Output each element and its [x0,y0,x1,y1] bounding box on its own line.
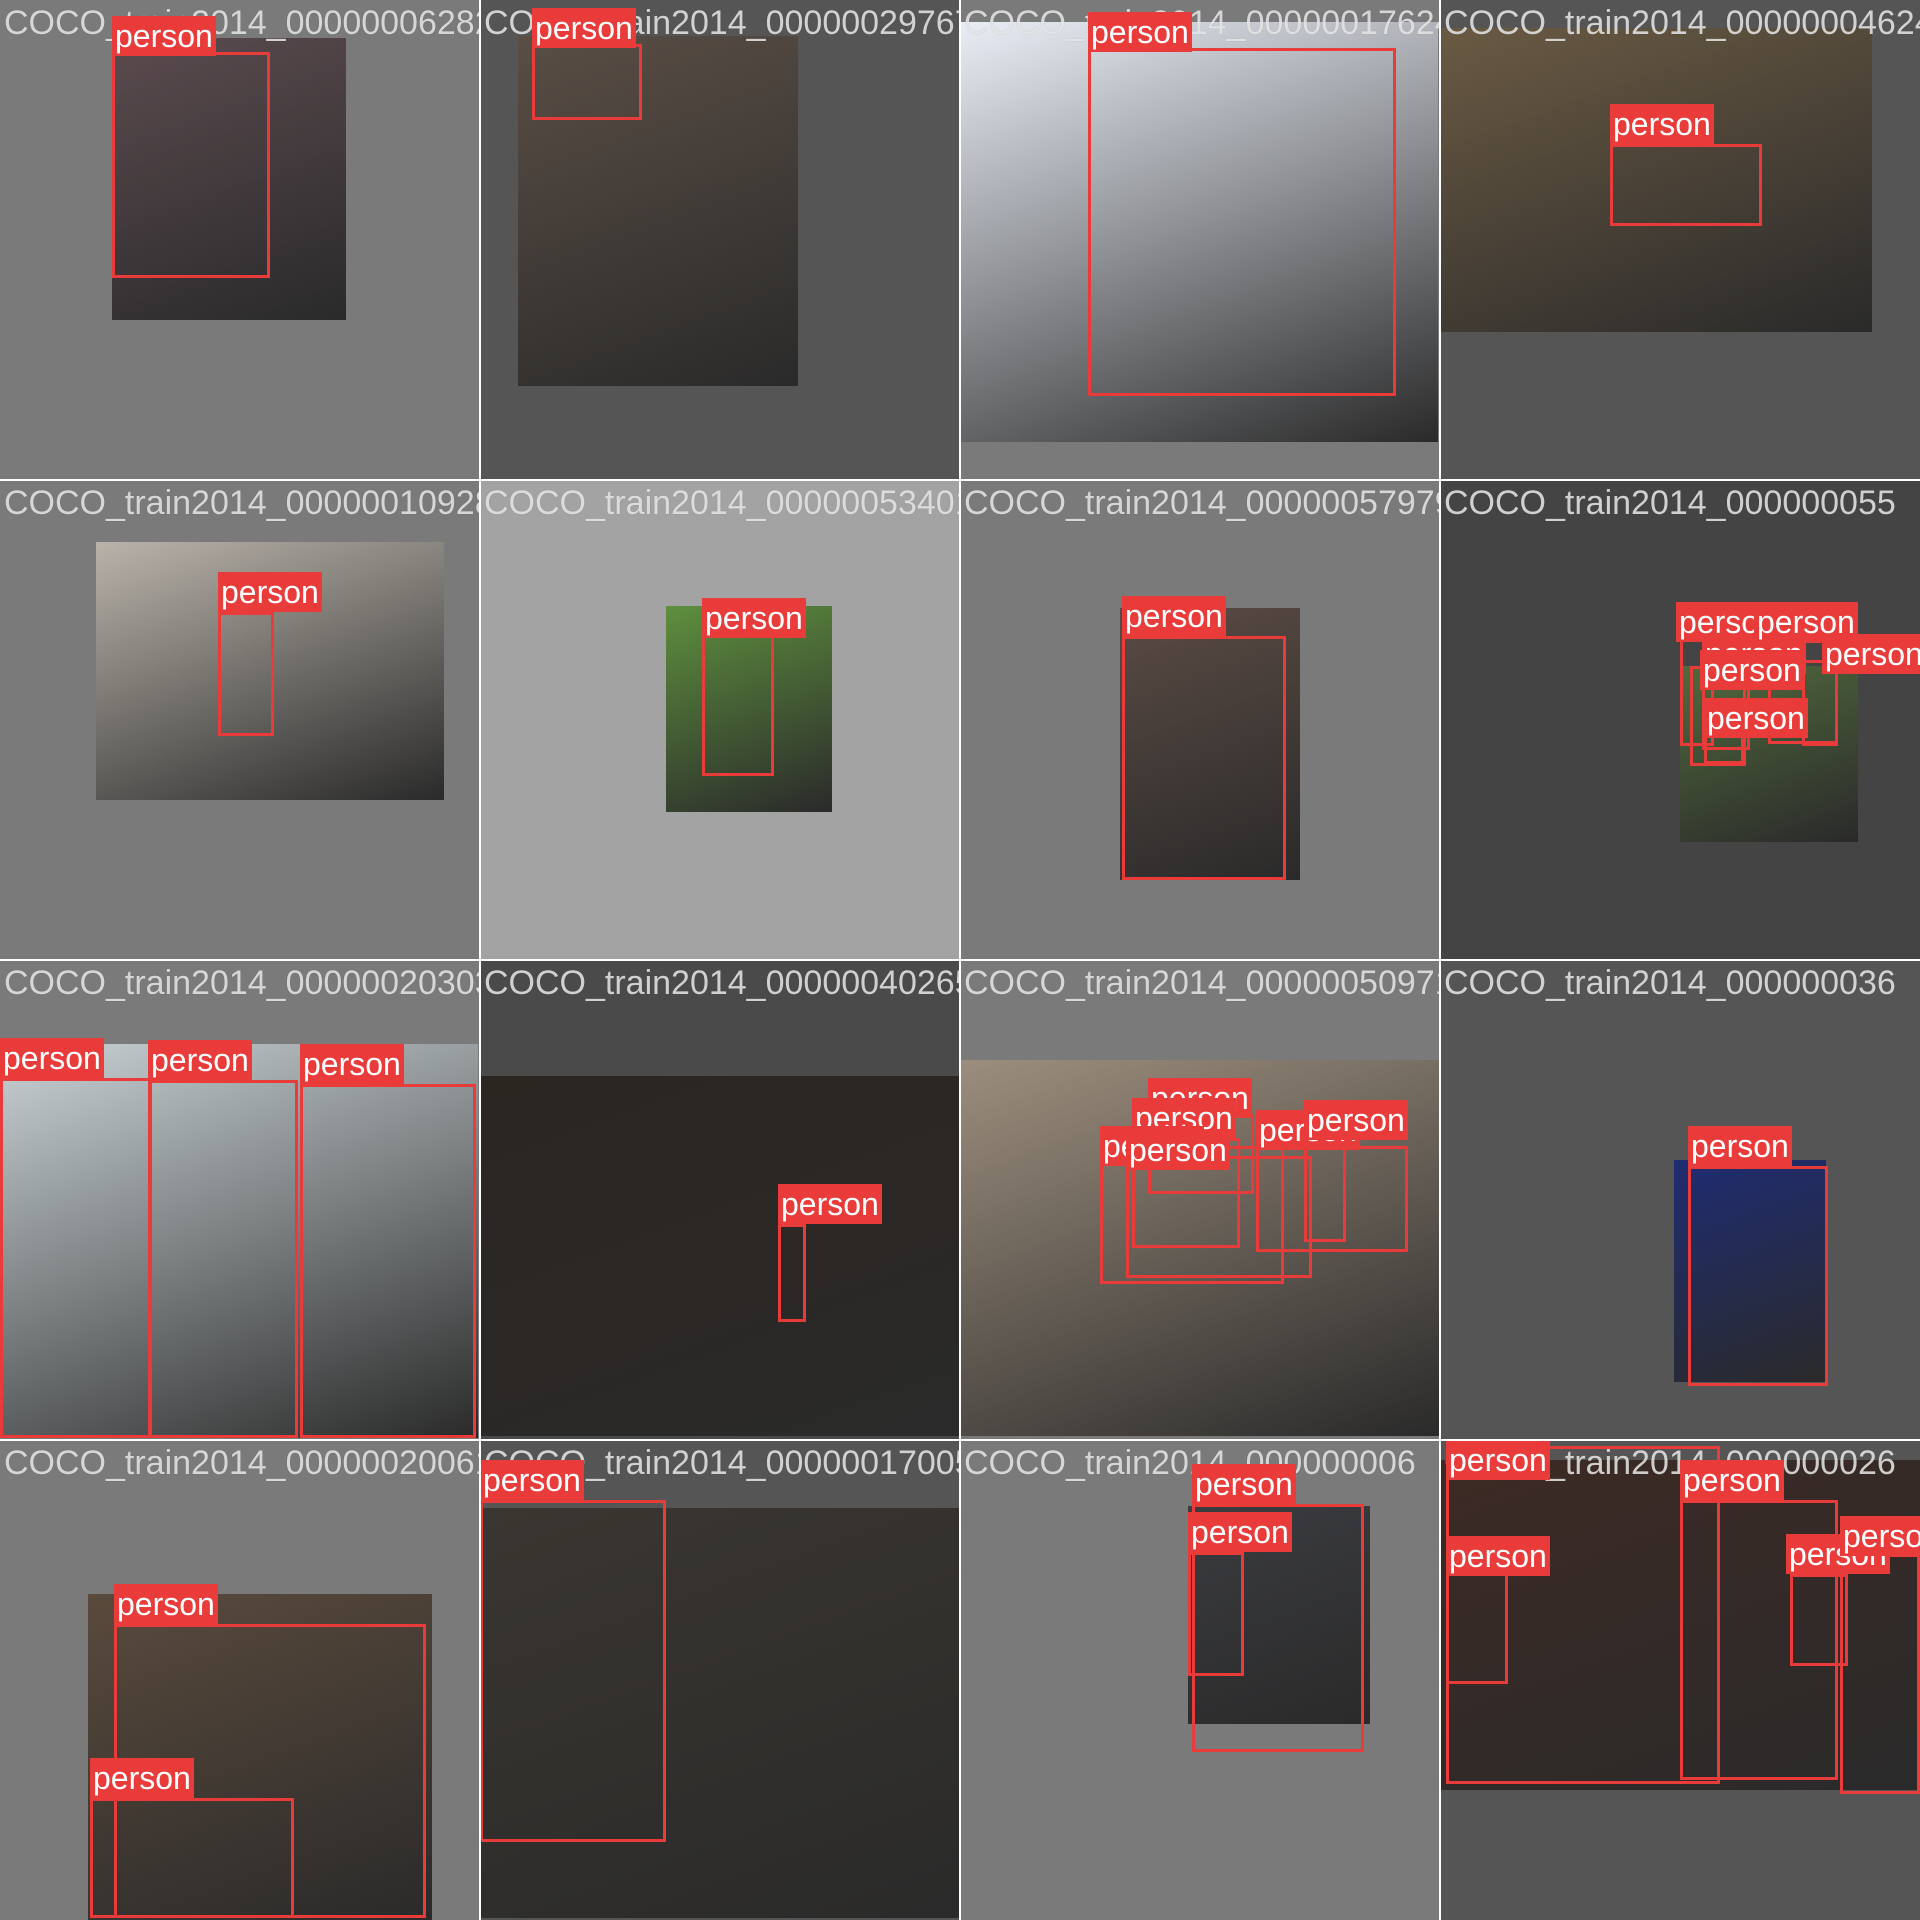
class-label: person [1680,1460,1784,1500]
class-label: person [1840,1516,1920,1556]
class-label: person [1688,1126,1792,1166]
bounding-box [1688,1166,1828,1386]
class-label: person [1704,698,1808,738]
bounding-box [1304,1140,1346,1242]
class-label: person [148,1040,252,1080]
class-label: person [90,1758,194,1798]
image-filename: COCO_train2014_000000534012.jpg [484,484,960,522]
bounding-box [480,1500,666,1842]
class-label: person [702,598,806,638]
image-filename: COCO_train2014_000000402655.jpg [484,964,960,1002]
class-label: person [0,1038,104,1078]
image-filename: COCO_train2014_000000055 [1444,484,1896,522]
bounding-box [148,1080,298,1438]
class-label: person [112,16,216,56]
image-filename: COCO_train2014_000000036 [1444,964,1896,1002]
image-filename: COCO_train2014_000000109281.jpg [4,484,480,522]
class-label: person [480,1460,584,1500]
mosaic-tile: COCO_train2014_000000297672.jpgperson [480,0,960,480]
image-filename: COCO_train2014_000000203036.jpg [4,964,480,1002]
bounding-box [218,612,274,736]
class-label: person [1304,1100,1408,1140]
mosaic-tile: COCO_train2014_000000200613.jpgperson per… [0,1440,480,1920]
class-label: person [1126,1130,1230,1170]
image-filename: COCO_train2014_000000200613.jpg [4,1444,480,1482]
image-filename: COCO_train2014_000000062828.jpg [4,4,480,42]
image-filename: COCO_train2014_000000509718.jpg [964,964,1440,1002]
mosaic-tile: COCO_train2014_000000509718.jpgperson per… [960,960,1440,1440]
mosaic-tile: COCO_train2014_000000055person person pers… [1440,480,1920,960]
sample-image [480,1076,960,1436]
mosaic-tile: COCO_train2014_000000170053.jpgperson [480,1440,960,1920]
bounding-box [300,1084,476,1438]
mosaic-tile: COCO_train2014_000000176243.jpgperson [960,0,1440,480]
class-label: person [1446,1536,1550,1576]
class-label: person [778,1184,882,1224]
mosaic-tile: COCO_train2014_000000109281.jpgperson [0,480,480,960]
image-filename: COCO_train2014_000000579798.jpg [964,484,1440,522]
class-label: person [1700,650,1804,690]
image-filename: COCO_train2014_000000046243.jpg [1444,4,1920,42]
bounding-box [532,44,642,120]
class-label: person [1188,1512,1292,1552]
class-label: person [1122,596,1226,636]
grid-divider-horizontal [0,1439,1920,1441]
class-label: person [300,1044,404,1084]
mosaic-tile: COCO_train2014_000000046243.jpgperson [1440,0,1920,480]
bounding-box [778,1224,806,1322]
class-label: person [218,572,322,612]
grid-divider-horizontal [0,959,1920,961]
grid-divider-vertical [1439,0,1441,1920]
bounding-box [1610,144,1762,226]
bounding-box [1126,1156,1312,1278]
class-label: person [1822,634,1920,674]
class-label: person [114,1584,218,1624]
class-label: person [1088,12,1192,52]
mosaic-tile: COCO_train2014_000000579798.jpgperson [960,480,1440,960]
class-label: person [1610,104,1714,144]
bounding-box [702,634,774,776]
bounding-box [1840,1554,1920,1794]
image-filename: COCO_train2014_000000006 [964,1444,1416,1482]
bounding-box [112,52,270,278]
bounding-box [1446,1564,1508,1684]
bounding-box [1122,636,1286,880]
mosaic-tile: COCO_train2014_000000534012.jpgperson [480,480,960,960]
mosaic-tile: COCO_train2014_000000026 person person pers… [1440,1440,1920,1920]
mosaic-tile: COCO_train2014_000000203036.jpgperson per… [0,960,480,1440]
class-label: person [532,8,636,48]
bounding-box [90,1798,294,1918]
bounding-box [1188,1552,1244,1676]
mosaic-tile: COCO_train2014_000000036person [1440,960,1920,1440]
mosaic-tile: COCO_train2014_000000006 person person [960,1440,1440,1920]
mosaic-grid: COCO_train2014_000000062828.jpgpersonCOC… [0,0,1920,1920]
bounding-box [0,1078,152,1438]
mosaic-tile: COCO_train2014_000000062828.jpgperson [0,0,480,480]
image-filename: COCO_train2014_000000176243.jpg [964,4,1440,42]
class-label: person [1446,1440,1550,1480]
class-label: person [1192,1464,1296,1504]
bounding-box [1088,48,1396,396]
mosaic-tile: COCO_train2014_000000402655.jpgperson [480,960,960,1440]
